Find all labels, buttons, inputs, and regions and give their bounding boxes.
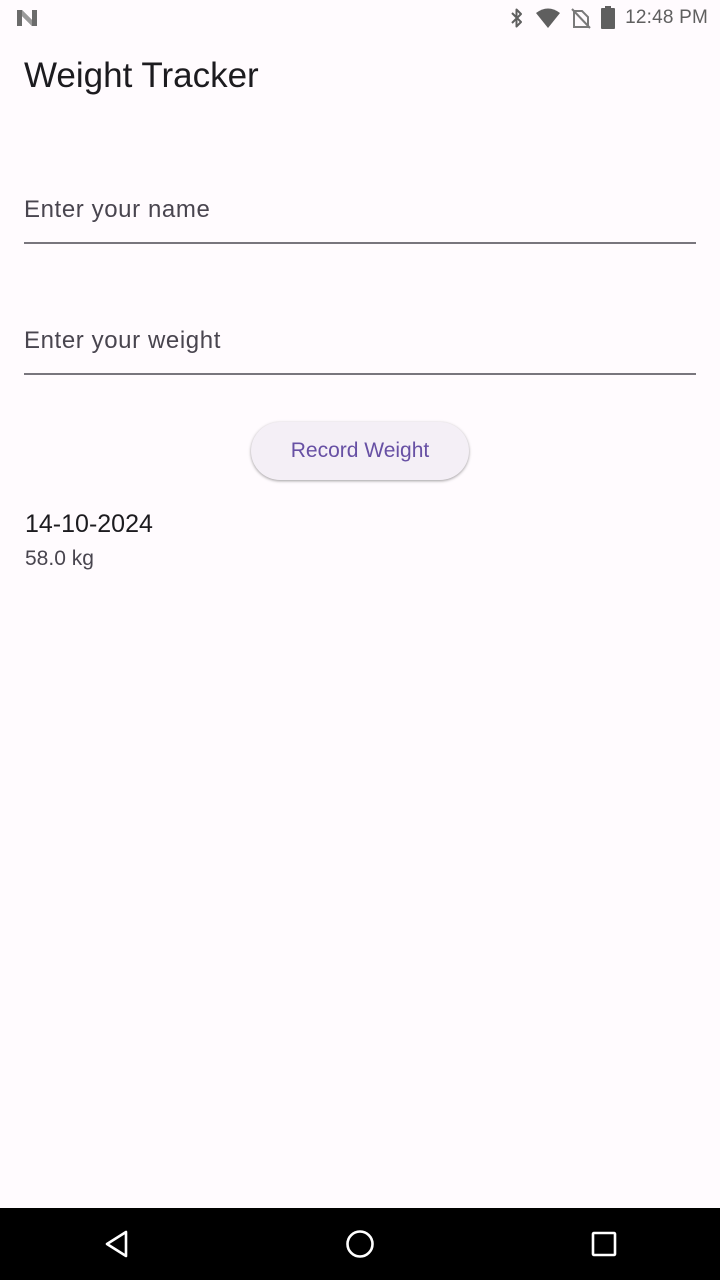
- name-field: [24, 180, 696, 244]
- no-sim-icon: [571, 7, 591, 29]
- record-weight-button[interactable]: Record Weight: [251, 422, 469, 480]
- entry-weight: 58.0 kg: [25, 547, 94, 570]
- list-item: 14-10-2024 58.0 kg: [0, 498, 720, 588]
- home-icon[interactable]: [340, 1224, 380, 1264]
- navigation-bar: [0, 1208, 720, 1280]
- name-input[interactable]: [24, 180, 696, 240]
- bluetooth-icon: [509, 7, 525, 29]
- weight-field: [24, 311, 696, 375]
- battery-icon: [601, 6, 616, 30]
- status-time: 12:48 PM: [625, 7, 708, 28]
- wifi-icon: [535, 7, 561, 29]
- app-notification-icon: [16, 8, 38, 28]
- recents-icon[interactable]: [584, 1224, 624, 1264]
- app-title: Weight Tracker: [24, 56, 259, 95]
- status-bar: 12:48 PM: [0, 0, 720, 36]
- weight-input[interactable]: [24, 311, 696, 371]
- back-icon[interactable]: [97, 1224, 137, 1264]
- status-icons: 12:48 PM: [509, 6, 708, 30]
- entry-date: 14-10-2024: [25, 510, 153, 538]
